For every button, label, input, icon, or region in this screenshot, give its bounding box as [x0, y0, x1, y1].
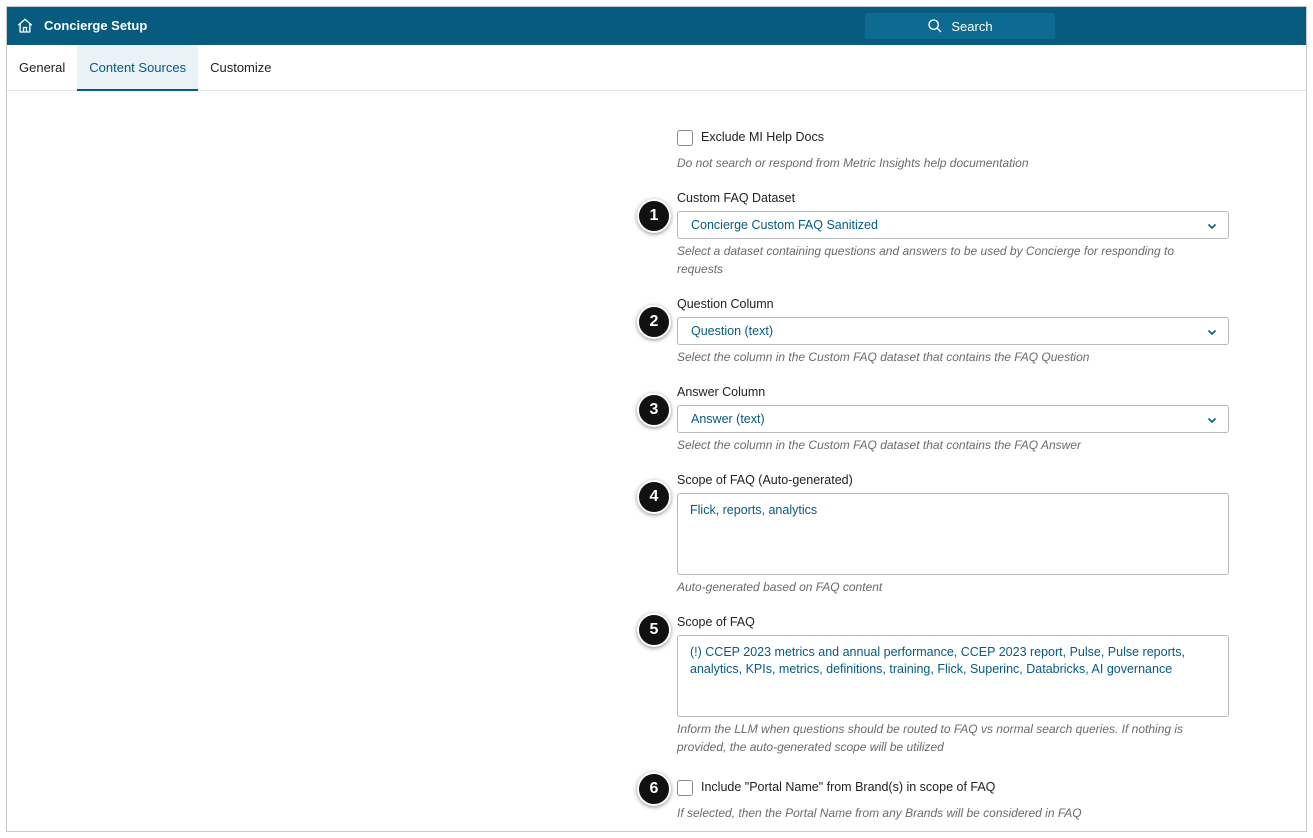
chevron-down-icon — [1207, 223, 1217, 230]
answer-column-select[interactable]: Answer (text) — [677, 405, 1229, 433]
callout-badge-1: 1 — [637, 199, 671, 233]
custom-faq-dataset-value: Concierge Custom FAQ Sanitized — [691, 218, 878, 232]
question-column-value: Question (text) — [691, 324, 773, 338]
home-icon[interactable] — [16, 17, 34, 35]
app-title: Concierge Setup — [44, 18, 148, 33]
tab-bar: General Content Sources Customize — [7, 45, 1306, 91]
custom-faq-dataset-label: Custom FAQ Dataset — [677, 191, 796, 205]
tab-customize[interactable]: Customize — [198, 45, 283, 91]
scope-help: Inform the LLM when questions should be … — [677, 722, 1184, 754]
scope-label: Scope of FAQ — [677, 615, 755, 629]
answer-column-help: Select the column in the Custom FAQ data… — [677, 438, 1081, 452]
search-label: Search — [951, 18, 993, 34]
scope-textarea[interactable]: (!) CCEP 2023 metrics and annual perform… — [677, 635, 1229, 717]
question-column-help: Select the column in the Custom FAQ data… — [677, 350, 1090, 364]
include-portal-name-label: Include "Portal Name" from Brand(s) in s… — [701, 780, 996, 794]
chevron-down-icon — [1207, 417, 1217, 424]
answer-column-value: Answer (text) — [691, 412, 765, 426]
exclude-help-docs-checkbox[interactable] — [677, 130, 693, 146]
tab-content-sources[interactable]: Content Sources — [77, 45, 199, 91]
callout-badge-4: 4 — [637, 480, 671, 514]
scope-auto-textarea[interactable]: Flick, reports, analytics — [677, 493, 1229, 575]
scope-auto-label: Scope of FAQ (Auto-generated) — [677, 473, 853, 487]
scope-auto-help: Auto-generated based on FAQ content — [677, 580, 883, 594]
custom-faq-dataset-help: Select a dataset containing questions an… — [677, 244, 1174, 276]
exclude-help-docs-help: Do not search or respond from Metric Ins… — [677, 156, 1029, 170]
exclude-help-docs-label: Exclude MI Help Docs — [701, 130, 824, 144]
tab-general[interactable]: General — [7, 45, 77, 91]
search-icon — [928, 19, 942, 33]
include-portal-name-help: If selected, then the Portal Name from a… — [677, 806, 1082, 820]
include-portal-name-checkbox[interactable] — [677, 780, 693, 796]
question-column-label: Question Column — [677, 297, 774, 311]
callout-badge-5: 5 — [637, 613, 671, 647]
callout-badge-3: 3 — [637, 393, 671, 427]
callout-badge-6: 6 — [637, 772, 671, 806]
app-window: Concierge Setup Search General Content S… — [6, 6, 1307, 832]
top-bar: Concierge Setup Search — [7, 7, 1306, 45]
callout-badge-2: 2 — [637, 305, 671, 339]
chevron-down-icon — [1207, 329, 1217, 336]
answer-column-label: Answer Column — [677, 385, 766, 399]
custom-faq-dataset-select[interactable]: Concierge Custom FAQ Sanitized — [677, 211, 1229, 239]
question-column-select[interactable]: Question (text) — [677, 317, 1229, 345]
search-button[interactable]: Search — [865, 13, 1055, 39]
